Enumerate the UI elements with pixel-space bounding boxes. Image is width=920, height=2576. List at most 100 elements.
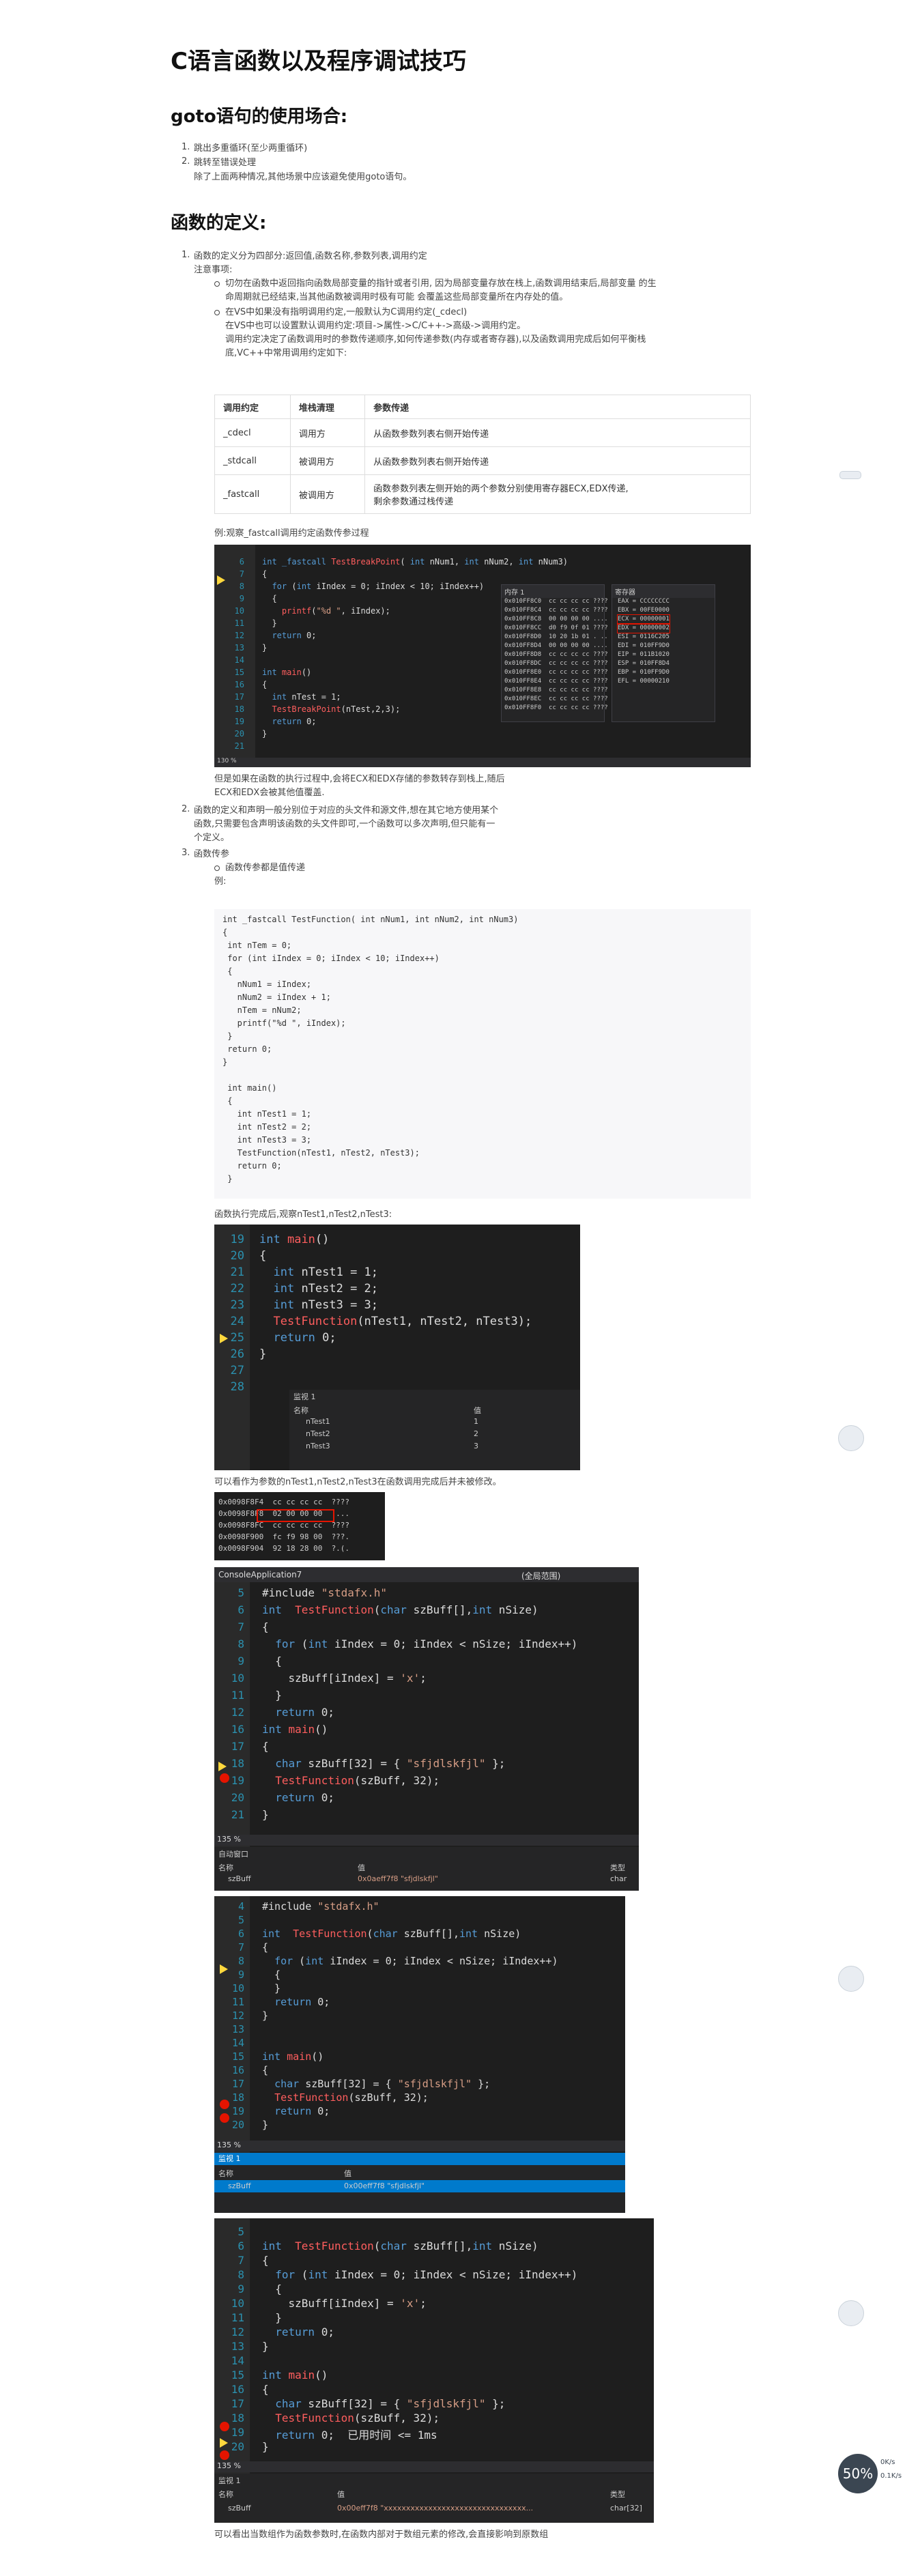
calling-convention-table: 调用约定 堆栈清理 参数传递 _cdecl 调用方 从函数参数列表右侧开始传递 … bbox=[214, 395, 751, 514]
breakpoint-icon[interactable] bbox=[220, 2113, 229, 2123]
table-cell: 调用方 bbox=[289, 418, 366, 447]
caption: 可以看作为参数的nTest1,nTest2,nTest3在函数调用完成后并未被修… bbox=[214, 1477, 502, 1487]
code-line: char szBuff[32] = { "sfjdlskfjl" }; bbox=[274, 2078, 491, 2090]
section-heading-goto: goto语句的使用场合: bbox=[171, 106, 348, 127]
table-cell: 从函数参数列表右侧开始传递 bbox=[364, 418, 751, 447]
autos-title: 自动窗口 bbox=[218, 1850, 248, 1859]
line-number: 6 bbox=[238, 2239, 244, 2252]
zoom-indicator[interactable]: 135 % bbox=[214, 1835, 639, 1846]
zoom-indicator[interactable]: 135 % bbox=[214, 2461, 654, 2472]
code-line: } bbox=[222, 1057, 228, 1067]
code-line: for (int iIndex = 0; iIndex < nSize; iIn… bbox=[275, 1637, 578, 1650]
line-number: 11 bbox=[234, 618, 244, 628]
code-line: int nTest1 = 1; bbox=[273, 1265, 379, 1279]
line-number: 8 bbox=[238, 1637, 244, 1650]
zoom-badge[interactable]: 50% bbox=[838, 2454, 878, 2493]
code-line: int main() bbox=[262, 2050, 324, 2063]
code-line: return 0; 已用时间 <= 1ms bbox=[275, 2429, 437, 2442]
table-header: 堆栈清理 bbox=[289, 395, 366, 419]
row-name[interactable]: szBuff bbox=[228, 2504, 251, 2513]
line-number: 5 bbox=[238, 1914, 244, 1926]
line-number: 7 bbox=[238, 2254, 244, 2267]
code-line: TestFunction(nTest1, nTest2, nTest3); bbox=[273, 1315, 532, 1328]
watch-row[interactable]: nTest1 1 bbox=[289, 1417, 580, 1429]
paragraph-line: 底,VC++中常用调用约定如下: bbox=[225, 348, 347, 358]
code-line: { bbox=[259, 1249, 267, 1263]
watch-title: 监视 1 bbox=[214, 2153, 625, 2165]
breakpoint-icon[interactable] bbox=[220, 2100, 229, 2109]
code-line: for (int iIndex = 0; iIndex < 10; iIndex… bbox=[222, 954, 440, 963]
breakpoint-icon[interactable] bbox=[220, 1773, 229, 1783]
zoom-indicator[interactable]: 130 % bbox=[214, 758, 751, 767]
code-line: TestFunction(nTest1, nTest2, nTest3); bbox=[222, 1148, 420, 1158]
line-number: 18 bbox=[234, 704, 244, 714]
watch-row-name: nTest1 bbox=[306, 1417, 330, 1426]
code-line: } bbox=[262, 618, 277, 628]
zoom-indicator[interactable]: 135 % bbox=[214, 2141, 625, 2151]
code-line: printf("%d ", iIndex); bbox=[281, 606, 390, 616]
line-number: 17 bbox=[231, 2078, 244, 2090]
watch-row-value: 2 bbox=[474, 1429, 478, 1438]
line-number: 12 bbox=[231, 2009, 244, 2022]
line-number: 13 bbox=[231, 2023, 244, 2035]
example-caption: 例:观察_fastcall调用约定函数传参过程 bbox=[214, 528, 369, 539]
paragraph-line: 切勿在函数中返回指向函数局部变量的指针或者引用, 因为局部变量存放在栈上,函数调… bbox=[225, 278, 657, 289]
line-number: 14 bbox=[231, 2037, 244, 2049]
scope-dropdown[interactable]: (全局范围) bbox=[521, 1570, 560, 1582]
code-line: { bbox=[262, 2254, 269, 2267]
line-number: 9 bbox=[239, 594, 244, 603]
watch-window: 监视 1 名称 值 nTest1 1 nTest2 2 nTest3 3 bbox=[289, 1390, 580, 1470]
breakpoint-icon[interactable] bbox=[220, 2422, 229, 2431]
memory-window-title: 内存 1 bbox=[502, 585, 604, 598]
paragraph-line: 函数的定义和声明一般分别位于对应的头文件和源文件,想在其它地方使用某个 bbox=[194, 805, 499, 816]
line-number: 21 bbox=[231, 1808, 244, 1821]
code-line: char szBuff[32] = { "sfjdlskfjl" }; bbox=[275, 2397, 506, 2410]
float-widget[interactable] bbox=[838, 1425, 864, 1451]
code-line: char szBuff[32] = { "sfjdlskfjl" }; bbox=[275, 1757, 506, 1770]
float-widget[interactable] bbox=[838, 2300, 864, 2326]
code-line: } bbox=[262, 1689, 282, 1702]
row-name[interactable]: szBuff bbox=[228, 1874, 251, 1883]
code-line: int nTest2 = 2; bbox=[273, 1282, 379, 1296]
code-line: for (int iIndex = 0; iIndex < 10; iIndex… bbox=[272, 582, 485, 591]
line-number: 19 bbox=[230, 1233, 244, 1246]
line-number: 10 bbox=[234, 606, 244, 616]
row-name: szBuff bbox=[228, 2181, 251, 2190]
selected-row[interactable]: szBuff 0x00eff7f8 "sfjdlskfjl" bbox=[214, 2180, 625, 2192]
float-widget[interactable] bbox=[838, 1966, 864, 1992]
watch-row[interactable]: nTest2 2 bbox=[289, 1429, 580, 1442]
line-number: 21 bbox=[230, 1265, 244, 1279]
line-number: 15 bbox=[234, 668, 244, 677]
code-line: nTem = nNum2; bbox=[222, 1005, 302, 1015]
float-widget[interactable] bbox=[839, 471, 861, 479]
code-line: return 0; bbox=[222, 1161, 282, 1171]
net-speed-up: 0K/s bbox=[880, 2459, 895, 2466]
code-line: TestFunction(szBuff, 32); bbox=[274, 2091, 429, 2104]
code-line: } bbox=[262, 1808, 269, 1821]
title-bar: ConsoleApplication7 (全局范围) bbox=[214, 1567, 639, 1582]
bullet-icon bbox=[214, 865, 220, 871]
list-item: 函数传参 bbox=[194, 849, 230, 859]
current-line-arrow-icon bbox=[220, 2438, 228, 2448]
debugger-screenshot-array-3: 5 6 7 8 9 10 11 12 13 14 15 16 17 18 19 20 int TestFunc… bbox=[214, 2218, 654, 2523]
code-line: int nTem = 0; bbox=[222, 941, 292, 950]
col-name: 名称 bbox=[218, 1863, 233, 1872]
watch-row[interactable]: nTest3 3 bbox=[289, 1442, 580, 1454]
line-number: 17 bbox=[231, 2397, 244, 2410]
debugger-screenshot-fastcall: 6 7 8 9 10 11 12 13 14 15 16 17 18 19 20 21 int _fastca… bbox=[214, 545, 751, 767]
code-line: { bbox=[262, 1655, 282, 1668]
bullet-icon bbox=[214, 281, 220, 287]
row-type: char bbox=[610, 1874, 627, 1883]
table-cell: 被调用方 bbox=[289, 446, 366, 475]
line-number: 24 bbox=[230, 1315, 244, 1328]
code-line: return 0; bbox=[275, 1791, 334, 1804]
paragraph-line: 函数,只需要包含声明该函数的头文件即可,一个函数可以多次声明,但只能有一 bbox=[194, 819, 495, 829]
breakpoint-icon[interactable] bbox=[220, 2450, 229, 2460]
code-block: int _fastcall TestFunction( int nNum1, i… bbox=[214, 909, 751, 1199]
row-value: 0x00eff7f8 "sfjdlskfjl" bbox=[344, 2181, 425, 2190]
col-type: 类型 bbox=[610, 1863, 625, 1872]
code-line: { bbox=[262, 594, 277, 603]
line-number: 16 bbox=[231, 2383, 244, 2396]
line-number: 4 bbox=[238, 1900, 244, 1913]
table-header-row: 调用约定 堆栈清理 参数传递 bbox=[214, 395, 751, 419]
